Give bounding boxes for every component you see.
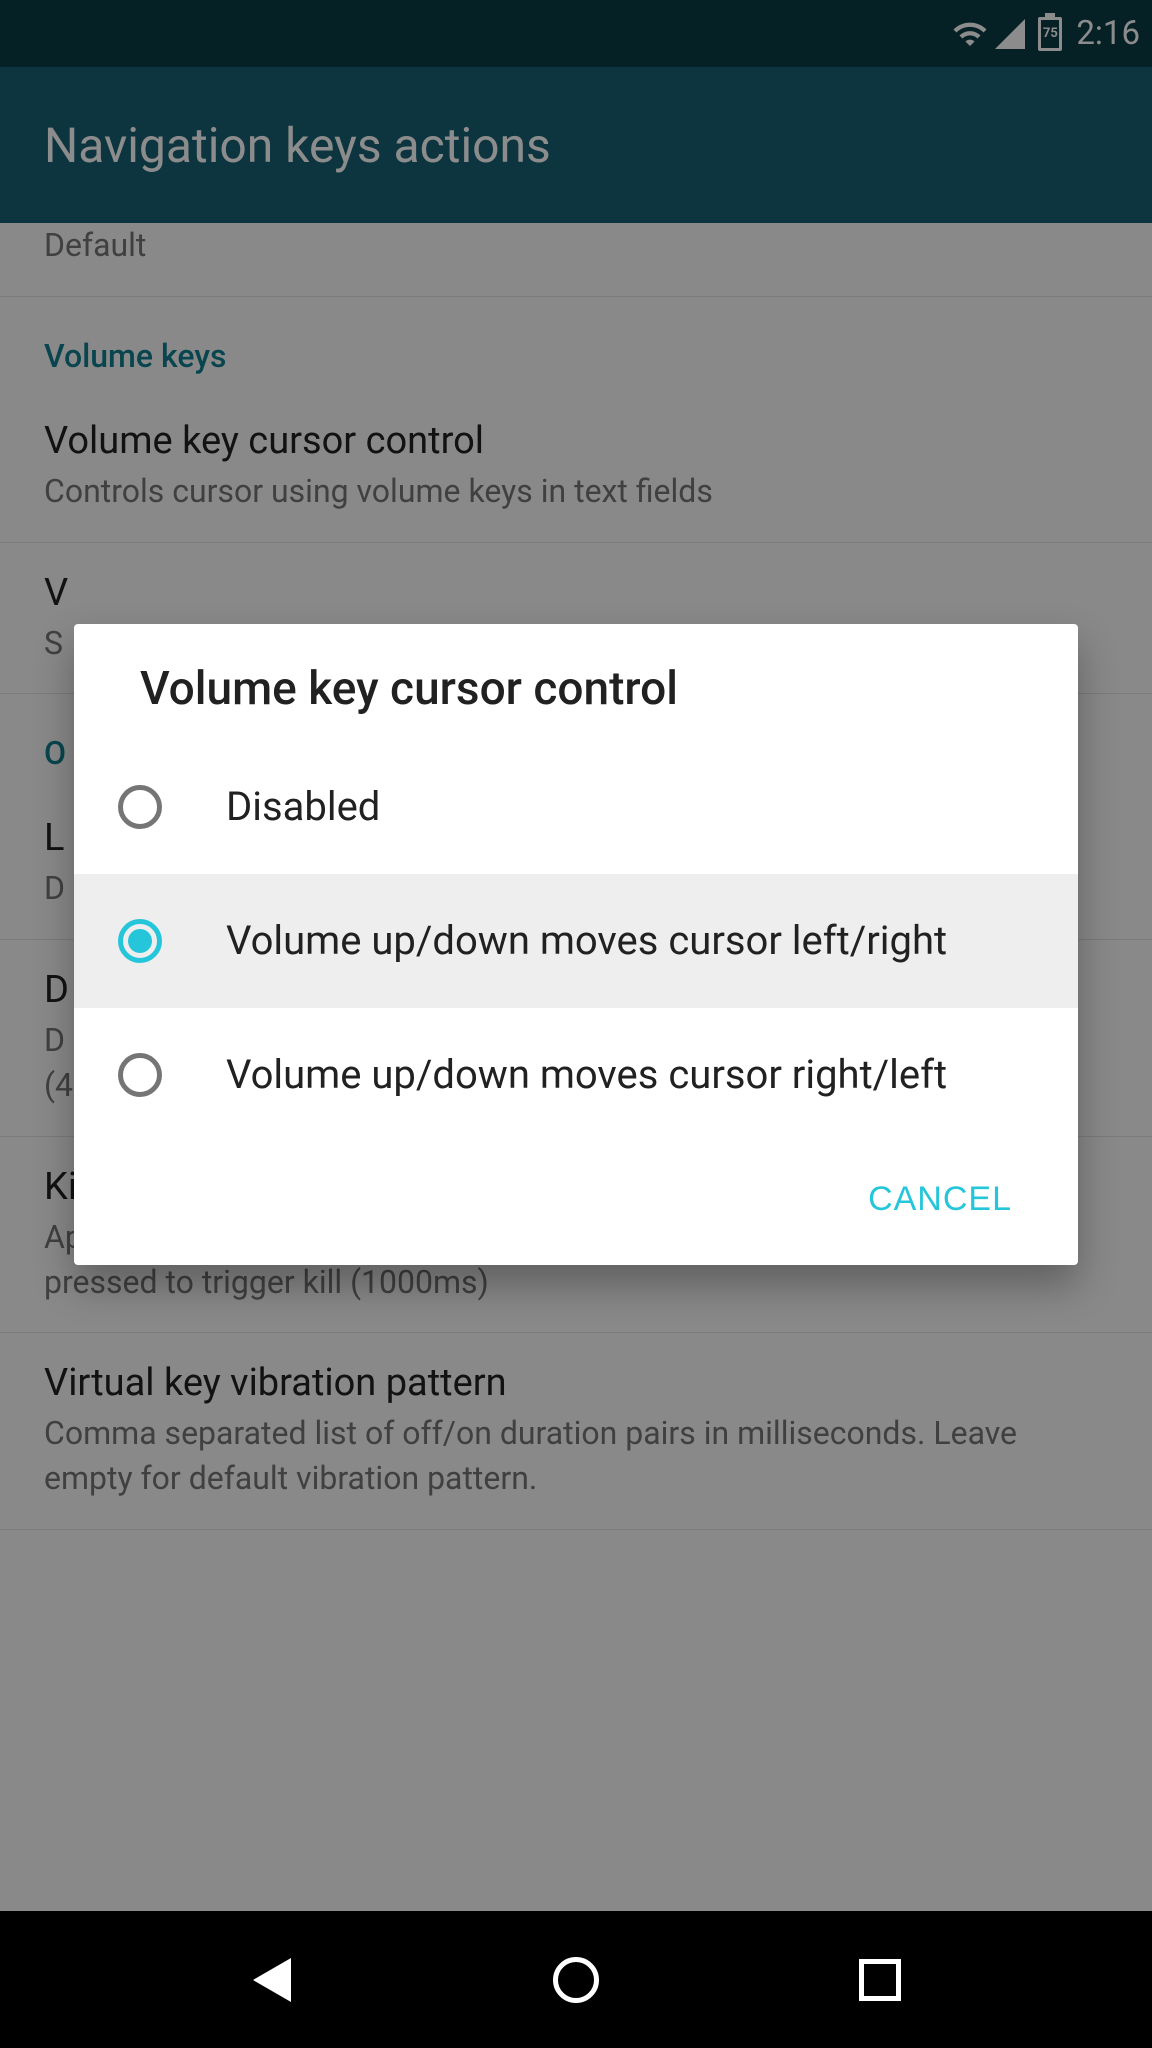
radio-label: Disabled [226,780,380,834]
home-icon [553,1957,599,2003]
home-button[interactable] [546,1950,606,2010]
cancel-button[interactable]: CANCEL [846,1164,1034,1235]
radio-icon [118,785,162,829]
radio-option-right-left[interactable]: Volume up/down moves cursor right/left [74,1008,1078,1142]
recent-apps-button[interactable] [850,1950,910,2010]
recent-icon [859,1959,901,2001]
radio-label: Volume up/down moves cursor left/right [226,914,947,968]
back-icon [253,1958,291,2002]
navigation-bar [0,1911,1152,2048]
radio-icon [118,1053,162,1097]
dialog-title: Volume key cursor control [74,624,1078,740]
back-button[interactable] [242,1950,302,2010]
dialog-actions: CANCEL [74,1142,1078,1265]
dialog-volume-cursor: Volume key cursor control Disabled Volum… [74,624,1078,1265]
radio-label: Volume up/down moves cursor right/left [226,1048,947,1102]
radio-icon [118,919,162,963]
radio-option-left-right[interactable]: Volume up/down moves cursor left/right [74,874,1078,1008]
radio-option-disabled[interactable]: Disabled [74,740,1078,874]
